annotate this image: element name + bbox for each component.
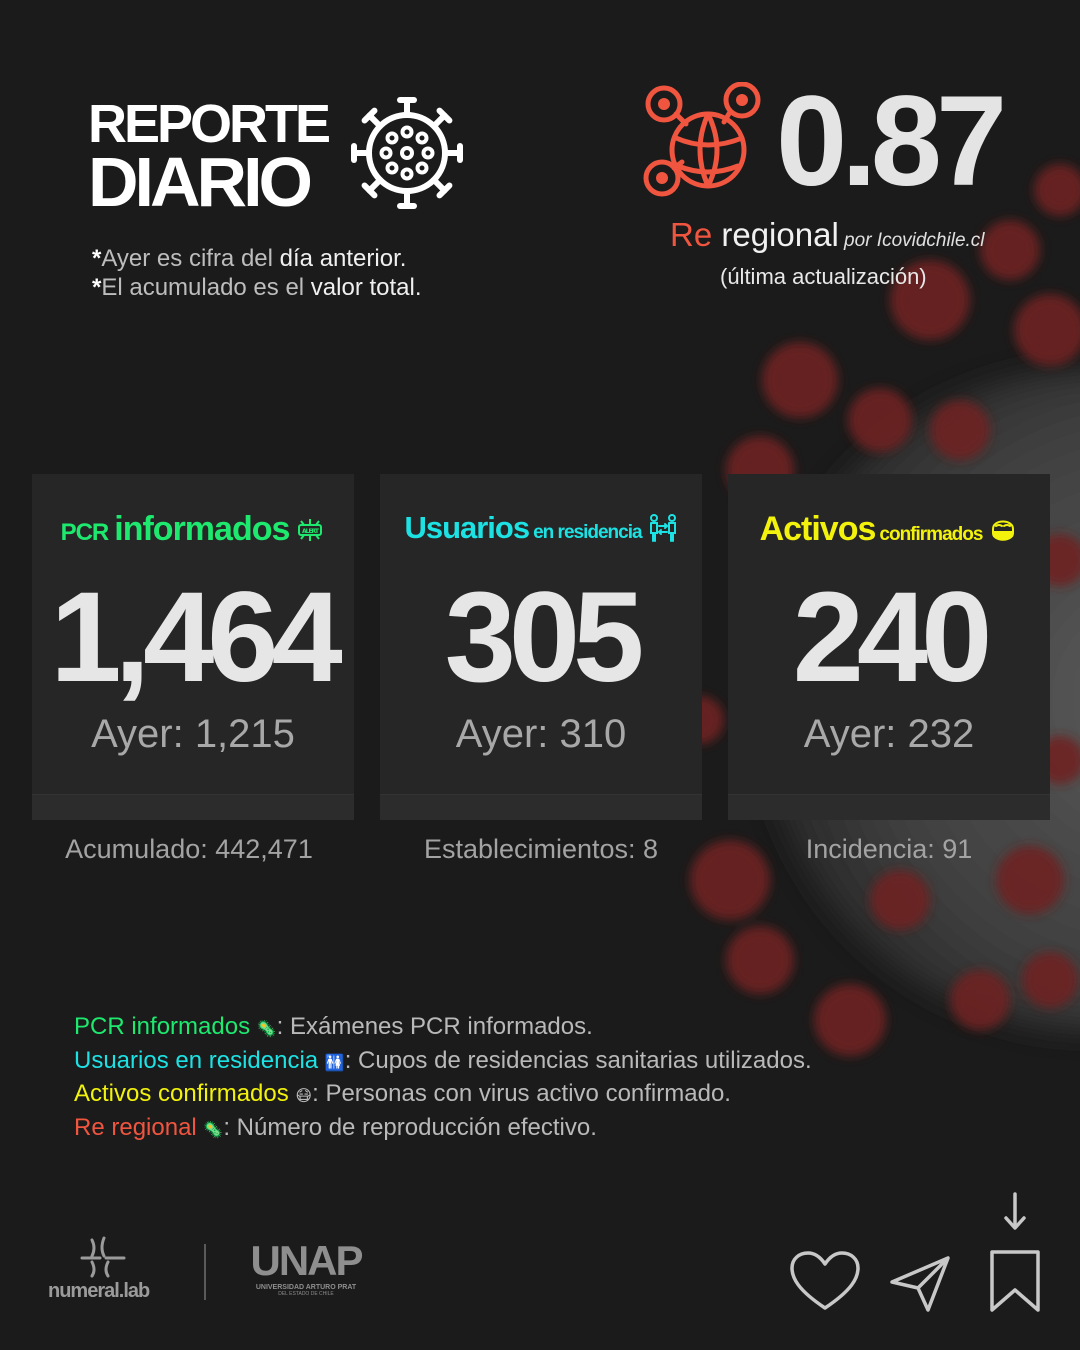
card-strip <box>728 794 1050 820</box>
card-pcr-value: 1,464 <box>50 566 342 709</box>
legend-usuarios-icon: 🚻 <box>324 1054 345 1072</box>
numeral-lab-mark-icon <box>80 1236 126 1278</box>
card-pcr-title: PCR informados ALERT <box>32 510 354 549</box>
legend-pcr-icon: 🦠 <box>256 1021 277 1038</box>
heart-icon[interactable] <box>788 1250 862 1314</box>
legend-re-icon: 🦠 <box>203 1121 224 1139</box>
legend-item-re: Re regional 🦠: Número de reproducción ef… <box>74 1113 597 1141</box>
legend: PCR informados 🦠: Exámenes PCR informado… <box>74 1012 812 1146</box>
legend-activos-icon: 😷 <box>295 1088 313 1105</box>
card-activos-value: 240 <box>792 566 993 709</box>
legend-item-pcr: PCR informados 🦠: Exámenes PCR informado… <box>74 1013 593 1040</box>
re-last-update: (última actualización) <box>720 264 927 289</box>
card-usuarios-ayer: Ayer: 310 <box>455 712 627 756</box>
send-icon[interactable] <box>888 1254 952 1314</box>
report-title: REPORTE DIARIO <box>88 97 331 221</box>
card-activos-ayer: Ayer: 232 <box>803 712 975 756</box>
unap-logo: UNAP UNIVERSIDAD ARTURO PRAT DEL ESTADO … <box>250 1237 363 1298</box>
bookmark-icon[interactable] <box>988 1248 1042 1314</box>
title-line-2: DIARIO <box>88 142 313 221</box>
card-pcr-informados: PCR informados ALERT 1,464 Ayer: 1,215 <box>32 474 354 820</box>
re-source: por Icovidchile.cl <box>838 230 985 251</box>
card-usuarios-value: 305 <box>444 566 645 709</box>
note-acumulado: *El acumulado es el valor total. <box>92 274 422 301</box>
mask-face-icon <box>992 520 1015 541</box>
footer-divider <box>204 1244 206 1300</box>
activos-incidencia: Incidencia: 91 <box>805 834 973 864</box>
card-usuarios-title: Usuarios en residencia <box>380 510 702 546</box>
svg-text:ALERT: ALERT <box>302 528 320 535</box>
legend-item-usuarios: Usuarios en residencia 🚻: Cupos de resid… <box>74 1046 812 1074</box>
arrow-down-icon <box>1004 1192 1026 1230</box>
alert-virus-icon: ALERT <box>298 518 323 541</box>
report-notes: *Ayer es cifra del día anterior. *El acu… <box>92 244 422 302</box>
pcr-acumulado: Acumulado: 442,471 <box>65 834 313 864</box>
numeral-lab-text: numeral.lab <box>48 1280 150 1302</box>
usuarios-establecimientos: Establecimientos: 8 <box>423 834 659 864</box>
card-strip <box>32 794 354 820</box>
numeral-lab-logo: numeral.lab <box>48 1236 158 1306</box>
note-ayer: *Ayer es cifra del día anterior. <box>92 245 407 272</box>
legend-item-activos: Activos confirmados 😷: Personas con viru… <box>74 1080 731 1107</box>
card-usuarios-residencia: Usuarios en residencia 305 Ayer: 310 <box>380 474 702 820</box>
re-regional-value: 0.87 <box>776 70 1007 213</box>
people-exchange-icon <box>649 514 676 542</box>
virus-spread-globe-icon <box>643 82 761 197</box>
re-regional-label: Re regional por Icovidchile.cl <box>670 216 985 253</box>
card-pcr-ayer: Ayer: 1,215 <box>91 712 295 756</box>
card-activos-title: Activos confirmados <box>728 510 1050 549</box>
coronavirus-icon <box>346 97 468 214</box>
card-strip <box>380 794 702 820</box>
card-activos-confirmados: Activos confirmados 240 Ayer: 232 <box>728 474 1050 820</box>
